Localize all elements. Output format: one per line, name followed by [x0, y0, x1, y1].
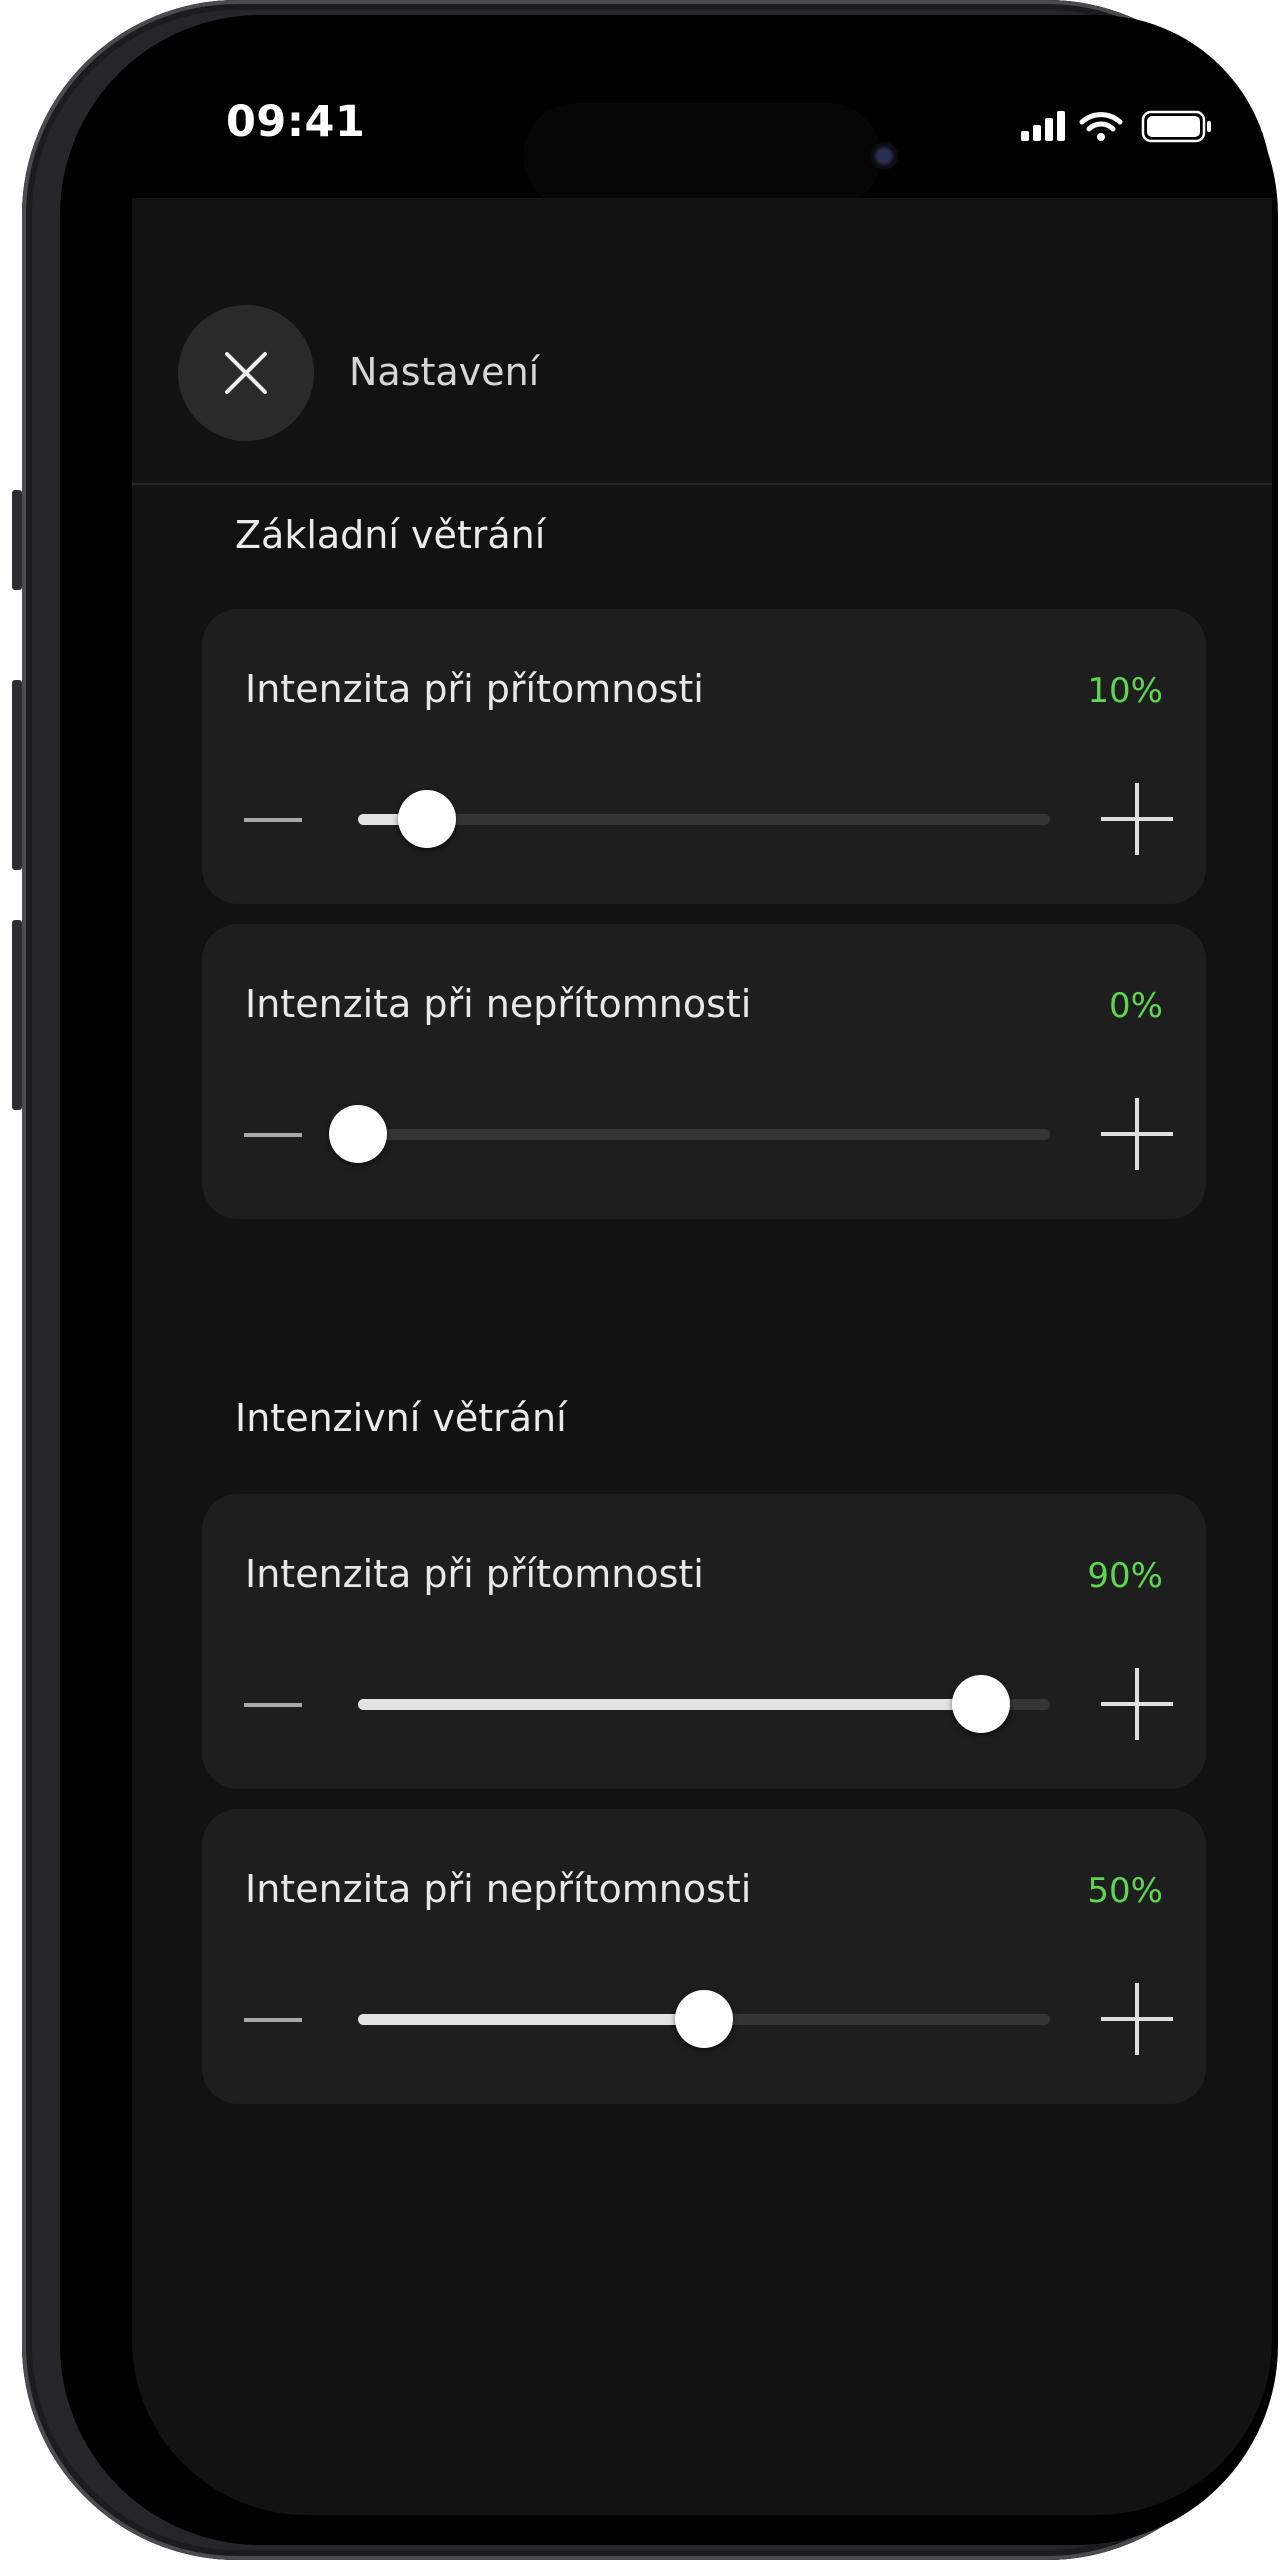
slider-card: Intenzita při nepřítomnosti 0% — [202, 924, 1206, 1219]
slider-value: 50% — [1087, 1871, 1163, 1911]
volume-down-button — [12, 920, 22, 1110]
slider-label: Intenzita při nepřítomnosti — [245, 982, 752, 1026]
plus-button[interactable] — [1101, 1098, 1173, 1170]
camera-icon — [870, 142, 898, 170]
minus-button[interactable] — [244, 1703, 302, 1707]
slider-thumb[interactable] — [675, 1990, 733, 2048]
slider-fill — [358, 1699, 981, 1710]
action-button — [12, 490, 22, 590]
bezel: 09:41 Nastavení Základní větrání Intenzi… — [60, 15, 1278, 2545]
minus-button[interactable] — [244, 818, 302, 822]
slider-thumb[interactable] — [951, 1675, 1010, 1733]
battery-icon — [1141, 110, 1211, 143]
volume-up-button — [12, 680, 22, 870]
close-icon — [225, 352, 267, 394]
status-bar: 09:41 — [132, 15, 1272, 209]
minus-button[interactable] — [244, 2018, 302, 2022]
slider-card: Intenzita při přítomnosti 90% — [202, 1494, 1206, 1789]
plus-button[interactable] — [1101, 1983, 1173, 2055]
plus-button[interactable] — [1101, 1668, 1173, 1740]
minus-button[interactable] — [244, 1133, 302, 1137]
slider-track[interactable] — [358, 790, 1050, 848]
slider-track[interactable] — [329, 1105, 1050, 1163]
slider-thumb[interactable] — [329, 1105, 387, 1163]
slider-value: 0% — [1109, 986, 1163, 1026]
phone-frame: 09:41 Nastavení Základní větrání Intenzi… — [12, 0, 1278, 2560]
settings-sheet: Nastavení Základní větrání Intenzita při… — [132, 198, 1272, 2515]
page-title: Nastavení — [349, 350, 540, 394]
dynamic-island — [523, 103, 881, 209]
status-icons — [1021, 110, 1211, 143]
section-title-intensive: Intenzivní větrání — [235, 1396, 567, 1440]
slider-track[interactable] — [358, 1675, 1050, 1733]
plus-button[interactable] — [1101, 783, 1173, 855]
slider-card: Intenzita při nepřítomnosti 50% — [202, 1809, 1206, 2104]
screen: 09:41 Nastavení Základní větrání Intenzi… — [132, 15, 1272, 2515]
header: Nastavení — [132, 198, 1272, 485]
slider-value: 10% — [1087, 671, 1163, 711]
signal-icon — [1021, 111, 1065, 141]
slider-label: Intenzita při přítomnosti — [245, 1552, 704, 1596]
status-time: 09:41 — [226, 97, 366, 147]
section-title-basic: Základní větrání — [235, 513, 546, 557]
slider-fill — [358, 2014, 704, 2025]
wifi-icon — [1079, 112, 1123, 141]
slider-card: Intenzita při přítomnosti 10% — [202, 609, 1206, 904]
slider-thumb[interactable] — [398, 790, 457, 848]
slider-value: 90% — [1087, 1556, 1163, 1596]
slider-label: Intenzita při přítomnosti — [245, 667, 704, 711]
slider-track[interactable] — [358, 1990, 1050, 2048]
slider-label: Intenzita při nepřítomnosti — [245, 1867, 752, 1911]
close-button[interactable] — [178, 305, 314, 441]
